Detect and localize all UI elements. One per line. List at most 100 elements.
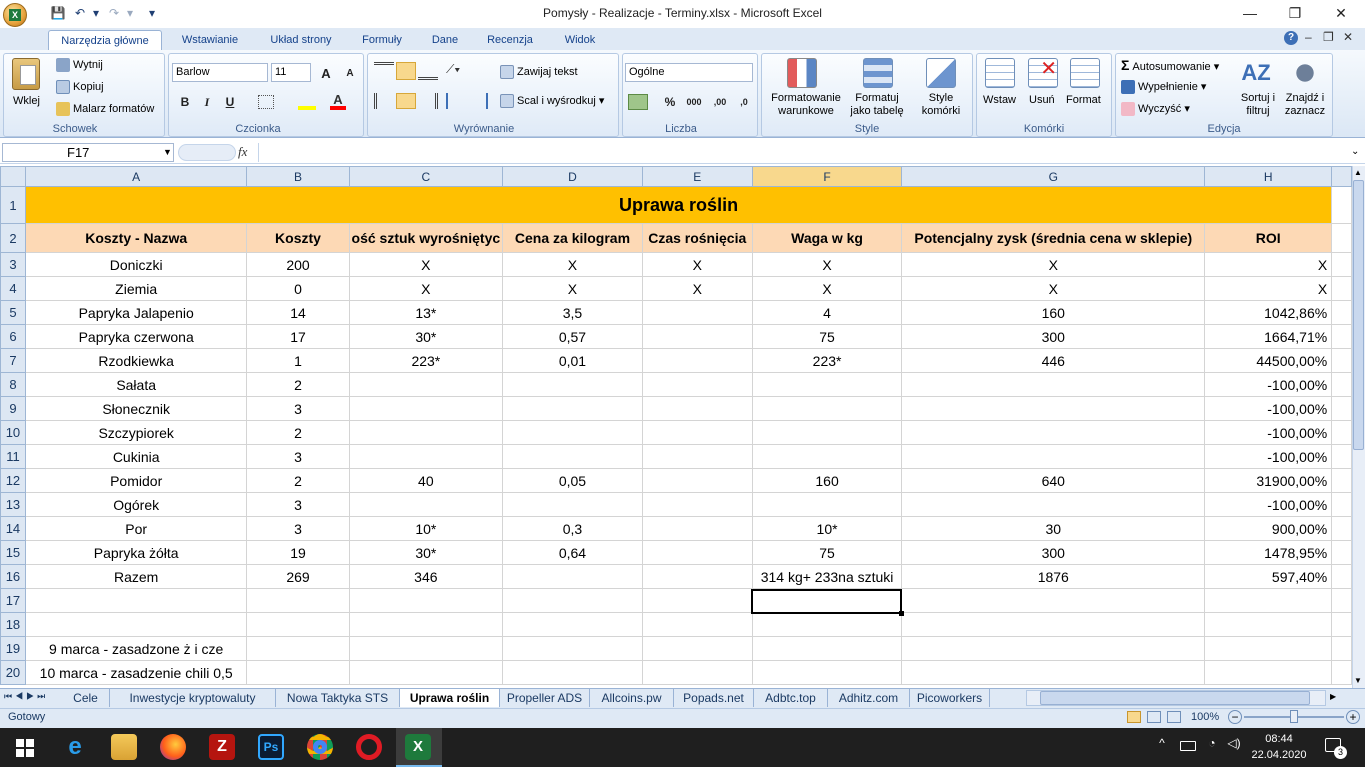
column-header[interactable]: H xyxy=(1204,166,1333,187)
cell[interactable]: Cukinia xyxy=(24,444,248,469)
cell[interactable] xyxy=(348,492,504,517)
volume-icon[interactable]: ◁) xyxy=(1226,736,1242,750)
cell[interactable]: -100,00% xyxy=(1204,372,1333,397)
cell[interactable]: 0,64 xyxy=(502,540,643,565)
grow-font-button[interactable]: A xyxy=(316,64,336,82)
cell[interactable]: -100,00% xyxy=(1204,420,1333,445)
firefox-icon[interactable] xyxy=(160,734,186,760)
header-cell[interactable]: Koszty - Nazwa xyxy=(24,223,248,253)
sheet-tab[interactable]: Picoworkers xyxy=(910,689,990,707)
header-cell[interactable]: Waga w kg xyxy=(751,223,903,253)
insert-cells-icon[interactable] xyxy=(985,58,1015,88)
cell[interactable]: 3,5 xyxy=(502,300,643,325)
cell[interactable]: 30* xyxy=(348,540,504,565)
header-cell[interactable]: ość sztuk wyrośniętyc xyxy=(348,223,504,253)
cell[interactable] xyxy=(1331,186,1352,224)
cell[interactable] xyxy=(502,660,643,685)
row-header[interactable]: 4 xyxy=(0,276,26,301)
cell[interactable]: 3 xyxy=(246,444,350,469)
cell[interactable]: -100,00% xyxy=(1204,492,1333,517)
format-cells-icon[interactable] xyxy=(1070,58,1100,88)
opera-icon[interactable] xyxy=(356,734,382,760)
cell[interactable] xyxy=(641,588,753,613)
cell[interactable] xyxy=(901,612,1206,637)
cell[interactable]: 640 xyxy=(901,468,1206,493)
increase-indent-icon[interactable] xyxy=(468,93,488,109)
cell[interactable] xyxy=(751,420,903,445)
cell[interactable] xyxy=(1331,468,1352,493)
cell[interactable]: 269 xyxy=(246,564,350,589)
cell[interactable] xyxy=(24,588,248,613)
find-select-button[interactable]: Znajdź i zaznacz xyxy=(1280,92,1330,118)
tab-home[interactable]: Narzędzia główne xyxy=(48,30,162,50)
formula-bar-handle[interactable] xyxy=(178,144,236,161)
format-as-table-button[interactable]: Formatuj jako tabelę xyxy=(842,92,912,118)
conditional-formatting-button[interactable]: Formatowanie warunkowe xyxy=(766,92,846,118)
increase-decimal-button[interactable]: ,00 xyxy=(710,93,730,111)
cell[interactable]: 300 xyxy=(901,324,1206,349)
cell[interactable] xyxy=(1331,348,1352,373)
cell[interactable] xyxy=(641,420,753,445)
cell[interactable]: 2 xyxy=(246,468,350,493)
cell[interactable] xyxy=(751,588,903,613)
paste-icon[interactable] xyxy=(12,58,40,90)
cell[interactable] xyxy=(901,492,1206,517)
cell[interactable] xyxy=(348,396,504,421)
column-header-selected[interactable]: F xyxy=(751,166,903,187)
sheet-tab[interactable]: Propeller ADS xyxy=(500,689,590,707)
cell[interactable]: 10* xyxy=(348,516,504,541)
paste-button[interactable]: Wklej xyxy=(13,93,40,109)
cell[interactable]: 2 xyxy=(246,420,350,445)
cell[interactable] xyxy=(641,324,753,349)
cell[interactable] xyxy=(1204,588,1333,613)
cell[interactable]: 1664,71% xyxy=(1204,324,1333,349)
header-cell[interactable]: Potencjalny zysk (średnia cena w sklepie… xyxy=(901,223,1206,253)
row-header[interactable]: 9 xyxy=(0,396,26,421)
name-box-dropdown-icon[interactable]: ▼ xyxy=(163,147,172,157)
cell[interactable] xyxy=(1331,276,1352,301)
cell[interactable] xyxy=(502,420,643,445)
cell[interactable]: 300 xyxy=(901,540,1206,565)
cell[interactable]: Słonecznik xyxy=(24,396,248,421)
wrap-text-button[interactable]: Zawijaj tekst xyxy=(500,64,578,80)
cell[interactable]: 0,05 xyxy=(502,468,643,493)
bold-button[interactable]: B xyxy=(175,93,195,111)
zoom-level[interactable]: 100% xyxy=(1191,711,1219,723)
cell[interactable]: Szczypiorek xyxy=(24,420,248,445)
cell[interactable]: 30 xyxy=(901,516,1206,541)
select-all-button[interactable] xyxy=(0,166,26,187)
cell[interactable] xyxy=(1331,636,1352,661)
cell[interactable]: 314 kg+ 233na sztuki xyxy=(751,564,903,589)
column-header[interactable]: D xyxy=(502,166,643,187)
cell[interactable]: 14 xyxy=(246,300,350,325)
battery-icon[interactable] xyxy=(1180,741,1196,751)
cell[interactable]: X xyxy=(641,252,753,277)
tab-data[interactable]: Dane xyxy=(420,30,470,50)
format-cells-button[interactable]: Format xyxy=(1066,92,1101,108)
currency-icon[interactable] xyxy=(628,94,648,110)
cell[interactable] xyxy=(751,372,903,397)
cell[interactable]: 1876 xyxy=(901,564,1206,589)
zoom-in-icon[interactable]: + xyxy=(1346,710,1360,724)
cell[interactable] xyxy=(641,444,753,469)
cell[interactable] xyxy=(641,348,753,373)
delete-cells-button[interactable]: Usuń xyxy=(1029,92,1055,108)
cell[interactable] xyxy=(348,444,504,469)
cell[interactable] xyxy=(1331,223,1352,253)
align-middle-icon[interactable] xyxy=(396,62,416,80)
chrome-icon[interactable] xyxy=(307,734,333,760)
cell[interactable]: 17 xyxy=(246,324,350,349)
cell[interactable]: 44500,00% xyxy=(1204,348,1333,373)
photoshop-icon[interactable]: Ps xyxy=(258,734,284,760)
cell[interactable] xyxy=(348,660,504,685)
row-header[interactable]: 20 xyxy=(0,660,26,685)
cell[interactable] xyxy=(1331,612,1352,637)
page-break-view-icon[interactable] xyxy=(1167,711,1181,723)
cell[interactable] xyxy=(641,492,753,517)
row-header[interactable]: 19 xyxy=(0,636,26,661)
header-cell[interactable]: Cena za kilogram xyxy=(502,223,643,253)
sheet-tab[interactable]: Cele xyxy=(62,689,110,707)
row-header[interactable]: 18 xyxy=(0,612,26,637)
cut-button[interactable]: Wytnij xyxy=(56,57,103,73)
cell[interactable] xyxy=(641,468,753,493)
